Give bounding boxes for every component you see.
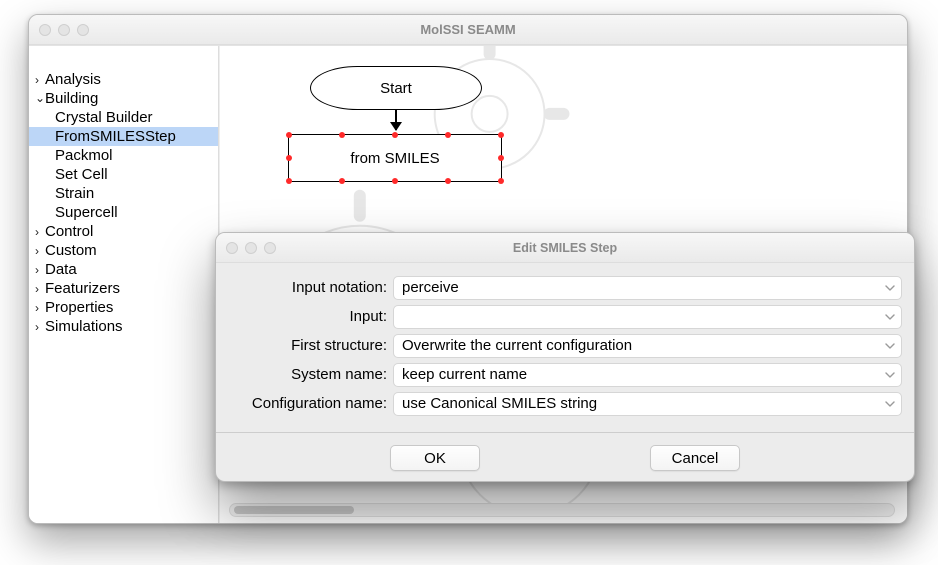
tree-item-label: Building bbox=[45, 90, 98, 107]
tree-item-packmol[interactable]: Packmol bbox=[29, 146, 218, 165]
tree-item-strain[interactable]: Strain bbox=[29, 184, 218, 203]
combo-value: use Canonical SMILES string bbox=[402, 395, 597, 412]
zoom-icon[interactable] bbox=[77, 24, 89, 36]
sidebar-tree: › Analysis ⌄ Building Crystal Builder Fr… bbox=[29, 46, 219, 523]
flow-node-from-smiles[interactable]: from SMILES bbox=[288, 134, 502, 182]
input-notation-combo[interactable]: perceive bbox=[393, 276, 902, 300]
resize-handle-icon[interactable] bbox=[445, 178, 451, 184]
close-icon[interactable] bbox=[39, 24, 51, 36]
combo-value: keep current name bbox=[402, 366, 527, 383]
resize-handle-icon[interactable] bbox=[339, 132, 345, 138]
button-label: Cancel bbox=[672, 450, 719, 467]
tree-item-label: FromSMILESStep bbox=[55, 128, 176, 145]
cancel-button[interactable]: Cancel bbox=[650, 445, 740, 471]
chevron-down-icon bbox=[885, 283, 895, 293]
tree-item-building[interactable]: ⌄ Building bbox=[29, 89, 218, 108]
tree-item-label: Analysis bbox=[45, 71, 101, 88]
tree-item-supercell[interactable]: Supercell bbox=[29, 203, 218, 222]
chevron-down-icon bbox=[885, 341, 895, 351]
field-label-first-structure: First structure: bbox=[228, 337, 393, 354]
first-structure-combo[interactable]: Overwrite the current configuration bbox=[393, 334, 902, 358]
flow-connector-arrow-icon bbox=[395, 110, 397, 130]
tree-item-label: Control bbox=[45, 223, 93, 240]
tree-item-label: Custom bbox=[45, 242, 97, 259]
resize-handle-icon[interactable] bbox=[498, 132, 504, 138]
chevron-right-icon: › bbox=[35, 263, 45, 277]
resize-handle-icon[interactable] bbox=[286, 178, 292, 184]
tree-item-custom[interactable]: › Custom bbox=[29, 241, 218, 260]
button-label: OK bbox=[424, 450, 446, 467]
resize-handle-icon[interactable] bbox=[339, 178, 345, 184]
resize-handle-icon[interactable] bbox=[498, 155, 504, 161]
tree-item-label: Supercell bbox=[55, 204, 118, 221]
field-label-input: Input: bbox=[228, 308, 393, 325]
system-name-combo[interactable]: keep current name bbox=[393, 363, 902, 387]
zoom-icon[interactable] bbox=[264, 242, 276, 254]
chevron-right-icon: › bbox=[35, 301, 45, 315]
resize-handle-icon[interactable] bbox=[498, 178, 504, 184]
tree-item-label: Featurizers bbox=[45, 280, 120, 297]
chevron-right-icon: › bbox=[35, 244, 45, 258]
tree-item-crystal-builder[interactable]: Crystal Builder bbox=[29, 108, 218, 127]
window-traffic-lights bbox=[39, 24, 89, 36]
main-window-title: MolSSI SEAMM bbox=[29, 22, 907, 37]
tree-item-label: Data bbox=[45, 261, 77, 278]
flow-node-label: from SMILES bbox=[350, 150, 439, 167]
edit-smiles-dialog: Edit SMILES Step Input notation: perceiv… bbox=[215, 232, 915, 482]
dialog-button-row: OK Cancel bbox=[216, 433, 914, 471]
ok-button[interactable]: OK bbox=[390, 445, 480, 471]
scrollbar-thumb[interactable] bbox=[234, 506, 354, 514]
field-label-input-notation: Input notation: bbox=[228, 279, 393, 296]
chevron-right-icon: › bbox=[35, 225, 45, 239]
combo-value: Overwrite the current configuration bbox=[402, 337, 632, 354]
main-titlebar: MolSSI SEAMM bbox=[29, 15, 907, 45]
field-label-system-name: System name: bbox=[228, 366, 393, 383]
chevron-down-icon bbox=[885, 399, 895, 409]
chevron-down-icon bbox=[885, 370, 895, 380]
window-traffic-lights bbox=[226, 242, 276, 254]
close-icon[interactable] bbox=[226, 242, 238, 254]
combo-value: perceive bbox=[402, 279, 459, 296]
minimize-icon[interactable] bbox=[245, 242, 257, 254]
tree-item-analysis[interactable]: › Analysis bbox=[29, 70, 218, 89]
tree-item-label: Crystal Builder bbox=[55, 109, 153, 126]
chevron-down-icon bbox=[885, 312, 895, 322]
flow-node-start[interactable]: Start bbox=[310, 66, 482, 110]
horizontal-scrollbar[interactable] bbox=[229, 503, 895, 517]
tree-item-label: Properties bbox=[45, 299, 113, 316]
tree-item-data[interactable]: › Data bbox=[29, 260, 218, 279]
tree-item-featurizers[interactable]: › Featurizers bbox=[29, 279, 218, 298]
dialog-form: Input notation: perceive Input: First st… bbox=[216, 263, 914, 418]
chevron-down-icon: ⌄ bbox=[35, 91, 45, 105]
field-label-configuration-name: Configuration name: bbox=[228, 395, 393, 412]
minimize-icon[interactable] bbox=[58, 24, 70, 36]
chevron-right-icon: › bbox=[35, 282, 45, 296]
chevron-right-icon: › bbox=[35, 73, 45, 87]
input-combo[interactable] bbox=[393, 305, 902, 329]
chevron-right-icon: › bbox=[35, 320, 45, 334]
flow-node-label: Start bbox=[380, 80, 412, 97]
dialog-titlebar: Edit SMILES Step bbox=[216, 233, 914, 263]
tree-item-label: Set Cell bbox=[55, 166, 108, 183]
tree-item-label: Simulations bbox=[45, 318, 123, 335]
tree-item-properties[interactable]: › Properties bbox=[29, 298, 218, 317]
tree-item-label: Strain bbox=[55, 185, 94, 202]
resize-handle-icon[interactable] bbox=[392, 132, 398, 138]
tree-item-control[interactable]: › Control bbox=[29, 222, 218, 241]
tree-item-label: Packmol bbox=[55, 147, 113, 164]
tree-item-set-cell[interactable]: Set Cell bbox=[29, 165, 218, 184]
tree-item-simulations[interactable]: › Simulations bbox=[29, 317, 218, 336]
tree-item-fromsmilesstep[interactable]: FromSMILESStep bbox=[29, 127, 218, 146]
resize-handle-icon[interactable] bbox=[286, 155, 292, 161]
resize-handle-icon[interactable] bbox=[286, 132, 292, 138]
dialog-title: Edit SMILES Step bbox=[216, 241, 914, 255]
resize-handle-icon[interactable] bbox=[445, 132, 451, 138]
configuration-name-combo[interactable]: use Canonical SMILES string bbox=[393, 392, 902, 416]
resize-handle-icon[interactable] bbox=[392, 178, 398, 184]
